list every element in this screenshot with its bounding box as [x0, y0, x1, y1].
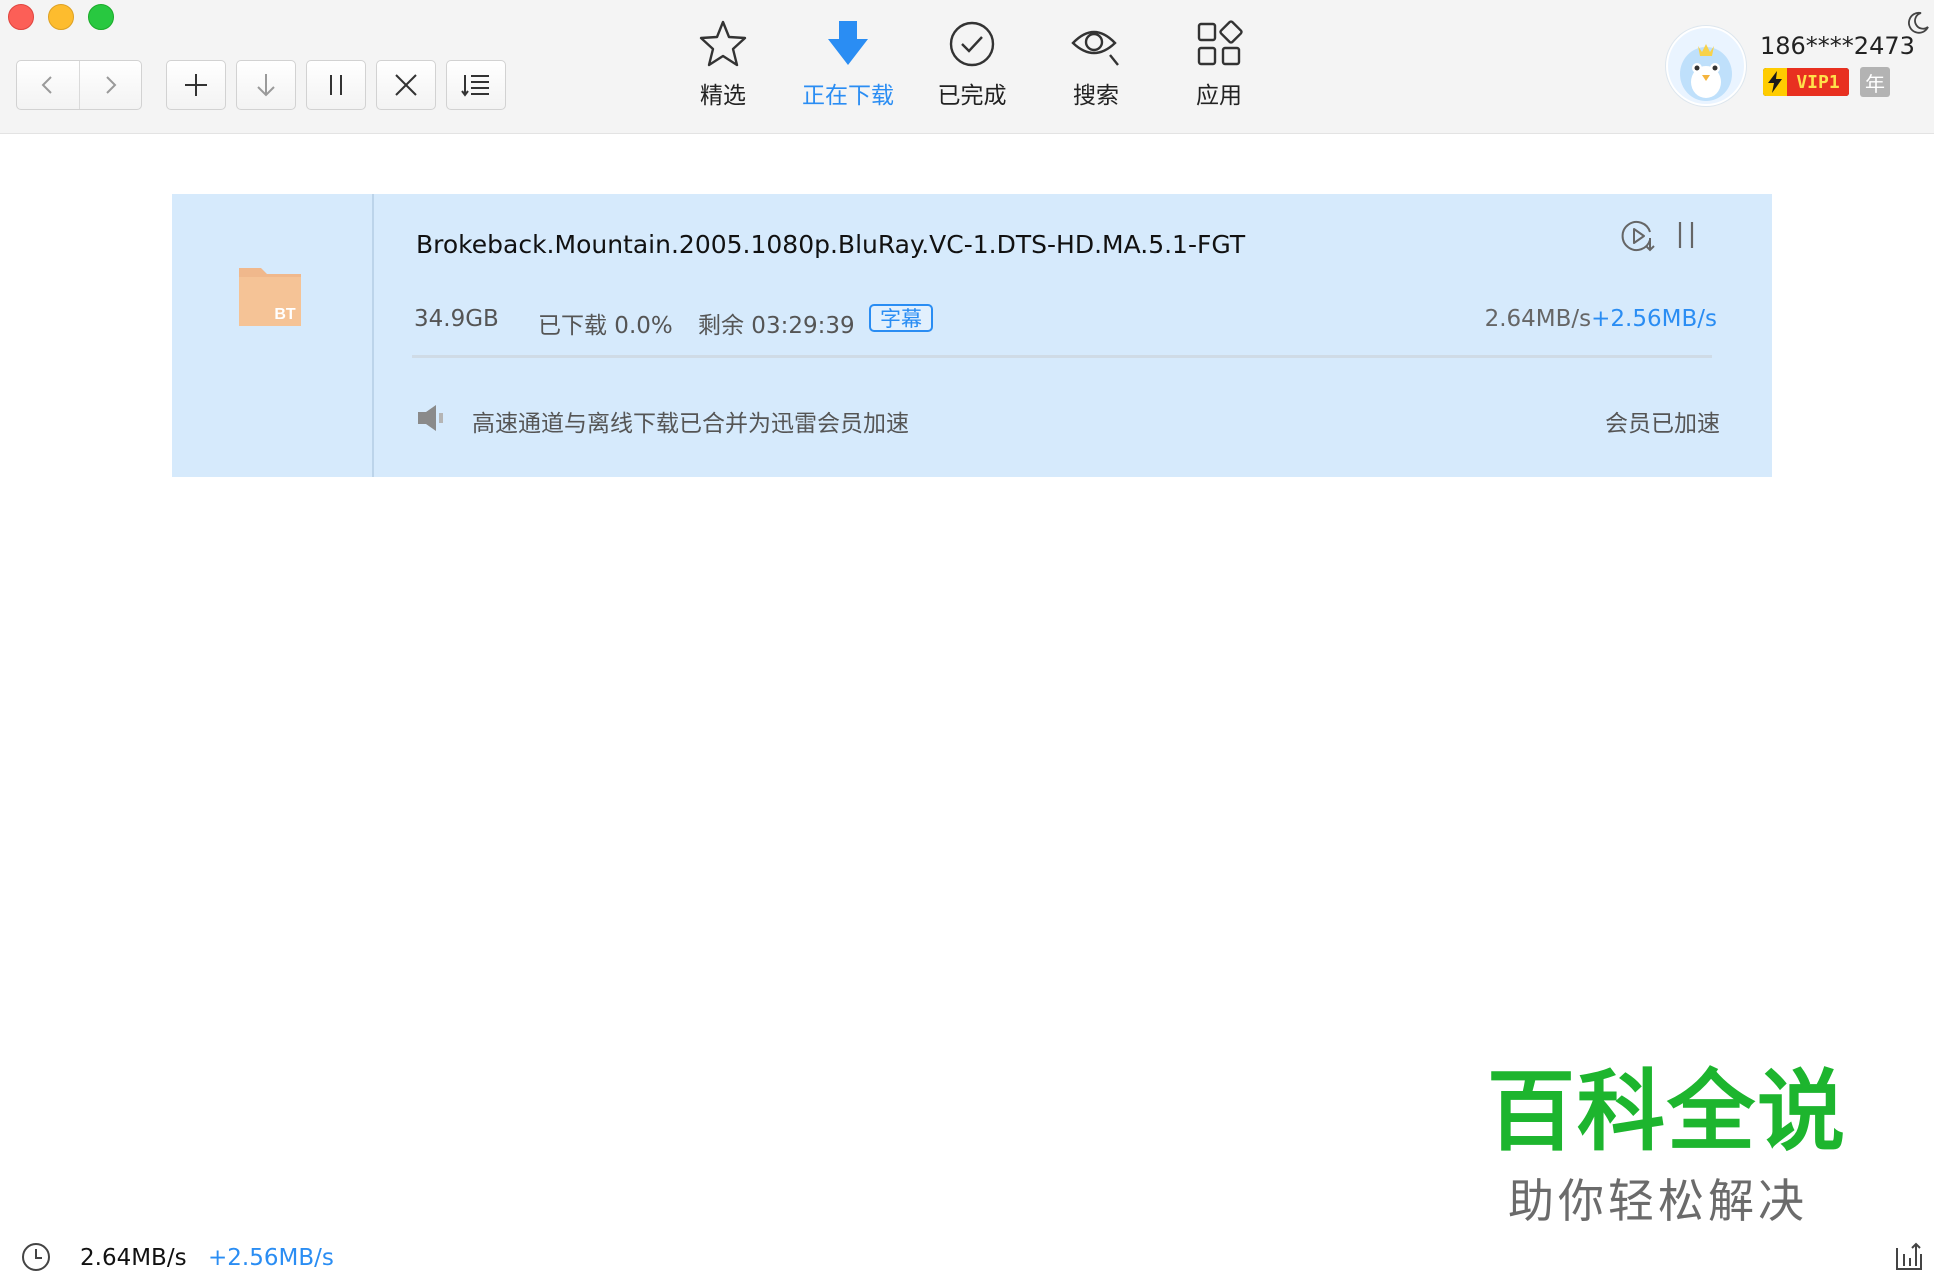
close-icon [395, 74, 417, 96]
close-window-button[interactable] [8, 4, 34, 30]
star-icon [699, 20, 747, 67]
task-name: Brokeback.Mountain.2005.1080p.BluRay.VC-… [416, 230, 1246, 259]
play-download-icon[interactable] [1620, 218, 1656, 254]
total-boost-speed: +2.56MB/s [208, 1245, 334, 1271]
back-button[interactable] [17, 61, 79, 109]
eye-search-icon [1071, 30, 1119, 66]
year-member-badge: 年 [1860, 67, 1890, 97]
chevron-left-icon [41, 76, 52, 94]
tab-completed[interactable]: 已完成 [912, 18, 1032, 110]
accel-status: 会员已加速 [1605, 411, 1720, 437]
nav-button-group [16, 60, 142, 110]
tab-apps[interactable]: 应用 [1159, 18, 1279, 110]
tab-label: 精选 [700, 83, 746, 109]
tab-downloading[interactable]: 正在下载 [788, 18, 908, 110]
tab-featured[interactable]: 精选 [663, 18, 783, 110]
start-download-button[interactable] [236, 60, 296, 110]
username[interactable]: 186****2473 [1760, 32, 1915, 60]
apps-grid-icon [1197, 20, 1243, 66]
speaker-icon [418, 405, 443, 431]
lightning-icon [1768, 71, 1782, 93]
tab-label: 搜索 [1073, 83, 1119, 109]
new-task-button[interactable] [166, 60, 226, 110]
download-arrow-icon [828, 21, 868, 65]
task-downloaded: 已下载 0.0% [538, 313, 673, 339]
vip-badge[interactable]: VIP1 [1763, 68, 1849, 96]
task-speed: 2.64MB/s+2.56MB/s [1485, 306, 1717, 332]
toolbar: 精选 正在下载 已完成 搜索 应用 186****2473 VIP1 年 [0, 0, 1934, 134]
avatar[interactable] [1666, 26, 1746, 106]
pause-button[interactable] [306, 60, 366, 110]
delete-button[interactable] [376, 60, 436, 110]
chevron-right-icon [106, 76, 117, 94]
pause-task-icon[interactable] [1672, 218, 1700, 252]
boost-speed: +2.56MB/s [1591, 306, 1717, 332]
clock-icon[interactable] [20, 1241, 52, 1273]
task-size: 34.9GB [414, 306, 499, 332]
download-arrow-icon [257, 74, 275, 97]
vip-level-label: VIP1 [1787, 68, 1849, 96]
check-circle-icon [949, 21, 995, 67]
subtitle-tag[interactable]: 字幕 [869, 304, 933, 332]
zoom-window-button[interactable] [88, 4, 114, 30]
sort-button[interactable] [446, 60, 506, 110]
download-speed: 2.64MB/s [1484, 306, 1592, 332]
minimize-window-button[interactable] [48, 4, 74, 30]
tab-label: 已完成 [937, 83, 1007, 109]
acceleration-notice: 高速通道与离线下载已合并为迅雷会员加速 [472, 411, 909, 437]
total-download-speed: 2.64MB/s [80, 1245, 187, 1271]
statistics-icon[interactable] [1894, 1240, 1924, 1272]
tab-search[interactable]: 搜索 [1036, 18, 1156, 110]
tab-label: 正在下载 [802, 83, 894, 109]
download-task-card[interactable]: BT Brokeback.Mountain.2005.1080p.BluRay.… [172, 194, 1772, 477]
watermark-subtitle: 助你轻松解决 [1508, 1174, 1808, 1228]
task-icon-panel: BT [172, 194, 374, 477]
plus-icon [185, 74, 207, 96]
list-sort-icon [461, 75, 489, 97]
bird-mascot-icon [1680, 44, 1732, 101]
moon-icon[interactable] [1904, 10, 1930, 36]
bt-type-label: BT [274, 306, 296, 323]
watermark-title: 百科全说 [1487, 1060, 1848, 1163]
forward-button[interactable] [78, 61, 142, 109]
progress-bar [412, 355, 1712, 358]
task-remaining: 剩余 03:29:39 [698, 313, 855, 339]
tab-label: 应用 [1196, 83, 1242, 109]
pause-icon [330, 75, 342, 95]
bt-folder-icon: BT [239, 268, 301, 326]
